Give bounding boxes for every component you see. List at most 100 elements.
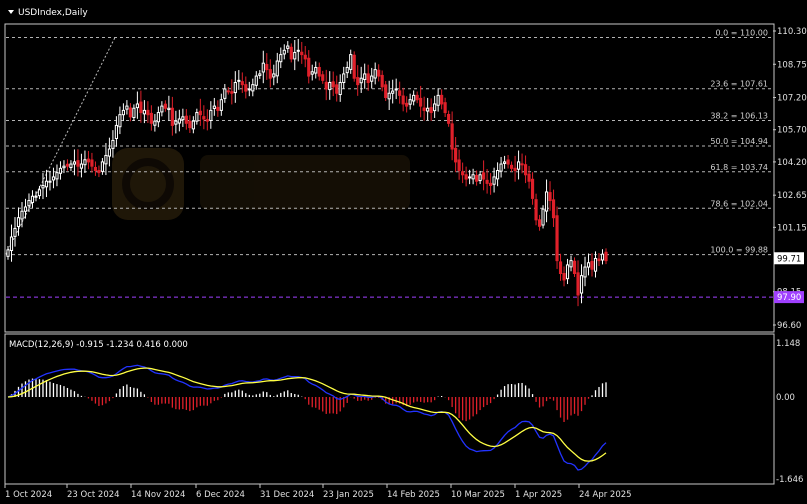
candle-body — [499, 163, 503, 172]
candle-body — [530, 178, 535, 199]
fib-level-label: 78.6 = 102.04 — [710, 199, 768, 208]
trading-chart[interactable]: USDIndex,Daily MACD(12,26,9) -0.915 -1.2… — [0, 0, 807, 504]
macd-tick-zero: 0.00 — [776, 393, 795, 403]
candle-body — [111, 139, 115, 149]
candle-body — [471, 174, 475, 180]
candle-body — [9, 236, 14, 252]
candle-body — [370, 75, 374, 82]
fib-level-label: 100.0 = 99.88 — [710, 246, 768, 255]
current-price-label: 99.71 — [777, 254, 801, 264]
candle-body — [72, 161, 77, 165]
chart-title[interactable]: USDIndex,Daily — [8, 8, 88, 18]
macd-tick-top: 1.148 — [776, 339, 800, 349]
candle-body — [44, 180, 49, 188]
candle-body — [254, 75, 258, 86]
candle-body — [251, 84, 255, 92]
candle-body — [394, 88, 398, 91]
candle-body — [604, 251, 608, 262]
candle-body — [289, 46, 293, 60]
candle-body — [76, 160, 80, 167]
x-tick-label: 24 Apr 2025 — [579, 490, 632, 500]
candle-body — [335, 84, 339, 94]
candle-body — [132, 107, 136, 118]
candle-body — [307, 57, 311, 77]
candle-body — [461, 171, 465, 176]
candle-body — [125, 105, 129, 110]
candle-body — [296, 49, 300, 52]
candle-body — [520, 163, 524, 166]
fib-level-label: 38.2 = 106.13 — [710, 111, 768, 120]
candle-body — [569, 260, 573, 268]
fib-level-label: 50.0 = 104.94 — [710, 137, 768, 146]
x-tick-label: 10 Mar 2025 — [451, 490, 505, 500]
candle-body — [79, 163, 84, 169]
price-tick-label: 102.65 — [777, 191, 807, 201]
candle-body — [509, 164, 514, 169]
candle-body — [359, 77, 363, 84]
x-tick-label: 14 Nov 2024 — [131, 490, 185, 500]
candle — [541, 205, 545, 229]
candle-body — [240, 81, 244, 86]
candle-body — [324, 81, 328, 90]
candle-body — [237, 79, 241, 82]
candle-body — [597, 258, 601, 262]
candle-body — [527, 173, 531, 182]
candle-body — [13, 227, 17, 237]
candle-body — [174, 120, 178, 125]
candle-body — [503, 161, 507, 164]
candle-body — [436, 94, 440, 106]
candle-body — [100, 161, 105, 172]
candle-body — [244, 84, 248, 92]
candle-body — [537, 219, 542, 227]
candle-body — [97, 169, 101, 174]
candle-body — [342, 73, 346, 84]
candle-body — [523, 164, 528, 176]
candle-body — [265, 63, 269, 71]
candle-body — [412, 94, 416, 102]
candle-body — [310, 71, 314, 75]
candle-body — [447, 113, 451, 124]
candle-body — [422, 107, 426, 111]
candle-body — [93, 166, 98, 171]
candle-body — [377, 69, 381, 77]
candle-body — [104, 154, 108, 165]
candle-body — [426, 107, 430, 112]
candle-body — [272, 73, 276, 78]
candle-body — [205, 119, 209, 122]
price-tick-label: 110.30 — [777, 27, 807, 37]
candle-body — [51, 176, 56, 181]
price-tick-label: 104.20 — [777, 158, 807, 168]
candle-body — [279, 54, 283, 63]
candle-body — [286, 45, 290, 49]
candle-body — [349, 54, 353, 70]
candle-body — [226, 90, 230, 93]
candle-body — [184, 115, 188, 124]
candle-body — [454, 147, 458, 163]
candle-body — [541, 208, 545, 226]
candle-body — [534, 199, 538, 221]
candle-body — [303, 54, 307, 60]
candle-body — [219, 99, 223, 111]
candle-body — [600, 253, 605, 261]
candle-body — [356, 77, 360, 86]
candle-body — [177, 118, 181, 124]
candle-body — [27, 200, 31, 207]
candle-body — [513, 167, 517, 171]
candle-body — [149, 112, 153, 124]
candle-body — [516, 161, 521, 170]
candle-body — [576, 272, 580, 296]
candle-body — [58, 167, 63, 174]
x-tick-label: 23 Jan 2025 — [323, 490, 374, 500]
candle-body — [198, 110, 202, 116]
fib-level-label: 0.0 = 110.00 — [715, 28, 768, 37]
candle-body — [247, 88, 251, 91]
candle-body — [34, 195, 38, 198]
candle-body — [384, 84, 388, 99]
candle-body — [41, 185, 45, 189]
candle-body — [492, 176, 496, 185]
candle-body — [408, 99, 412, 105]
x-tick-label: 6 Dec 2024 — [196, 490, 245, 500]
candle-body — [230, 91, 234, 94]
price-tick-label: 108.75 — [777, 60, 807, 70]
candle-body — [261, 62, 265, 73]
